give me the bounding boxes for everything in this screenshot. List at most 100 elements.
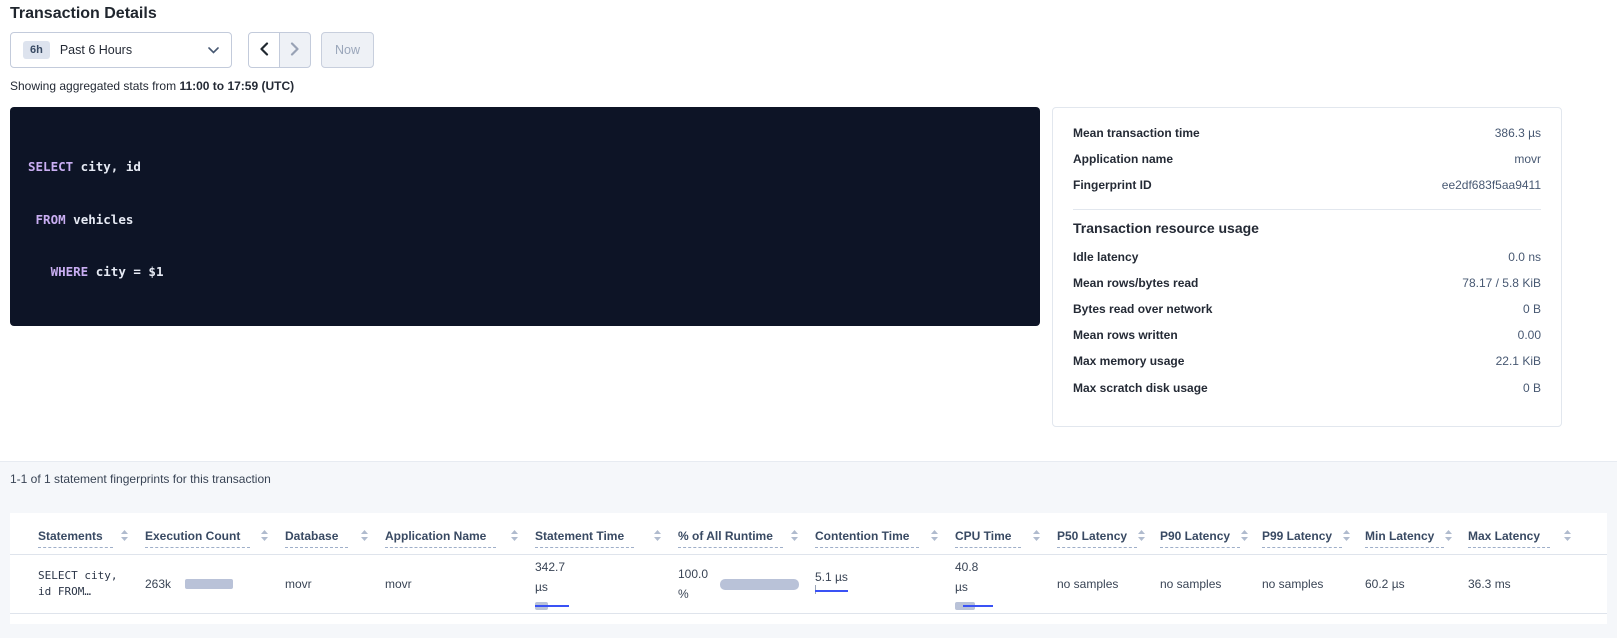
statement-link-line1[interactable]: SELECT city, [38,568,117,584]
sort-icon[interactable] [1342,530,1351,544]
summary-row-application-name: Application name movr [1073,146,1541,172]
cell-max-latency: 36.3 ms [1468,555,1588,613]
sql-keyword: SELECT [28,159,73,174]
usage-row-bytes-read-over-network: Bytes read over network 0 B [1073,296,1541,322]
table-header-statements[interactable]: Statements [38,529,145,554]
contention-time-bar [815,588,851,598]
summary-value: 386.3 µs [1495,126,1541,140]
usage-row-max-scratch-disk-usage: Max scratch disk usage 0 B [1073,375,1541,401]
cell-application-name: movr [385,555,535,613]
time-controls: 6h Past 6 Hours Now [10,32,374,68]
time-interval-select[interactable]: 6h Past 6 Hours [10,32,232,68]
table-header-p50-latency[interactable]: P50 Latency [1057,529,1160,554]
table-header-contention-time[interactable]: Contention Time [815,529,955,554]
summary-label: Mean transaction time [1073,126,1200,140]
execution-count-value: 263k [145,577,171,591]
now-button[interactable]: Now [321,32,374,68]
table-row: SELECT city, id FROM… 263k movr movr 342… [10,555,1607,614]
cell-min-latency: 60.2 µs [1365,555,1468,613]
database-value: movr [285,577,312,591]
sort-icon[interactable] [360,530,369,544]
sort-icon[interactable] [260,530,269,544]
previous-interval-button[interactable] [248,32,280,68]
statements-table-header: Statements Execution Count Database Appl… [10,513,1607,555]
sort-icon[interactable] [1137,530,1146,544]
sort-icon[interactable] [653,530,662,544]
statement-link-line2[interactable]: id FROM… [38,584,91,600]
table-header-percent-of-all-runtime[interactable]: % of All Runtime [678,529,815,554]
runtime-percent-value: 100.0 [678,564,708,584]
page-title: Transaction Details [10,5,157,23]
usage-label: Idle latency [1073,250,1138,264]
sql-statement-box: SELECT city, id FROM vehicles WHERE city… [10,107,1040,326]
sort-icon[interactable] [1563,530,1572,544]
usage-value: 0 B [1523,302,1541,316]
table-header-execution-count[interactable]: Execution Count [145,529,285,554]
cell-cpu-time: 40.8 µs [955,555,1057,613]
table-header-database[interactable]: Database [285,529,385,554]
cell-p99-latency: no samples [1262,555,1365,613]
runtime-percent-unit: % [678,584,689,604]
transaction-details-page: Transaction Details 6h Past 6 Hours Now … [0,0,1617,638]
summary-label: Fingerprint ID [1073,178,1152,192]
table-header-cpu-time[interactable]: CPU Time [955,529,1057,554]
summary-value: ee2df683f5aa9411 [1442,178,1541,192]
min-latency-value: 60.2 µs [1365,577,1405,591]
time-interval-label: Past 6 Hours [60,43,198,57]
sort-icon[interactable] [1444,530,1453,544]
cell-contention-time: 5.1 µs [815,555,955,613]
cell-database: movr [285,555,385,613]
sql-text: city = $1 [88,264,163,279]
time-interval-badge: 6h [23,41,50,59]
sort-icon[interactable] [1032,530,1041,544]
table-header-p90-latency[interactable]: P90 Latency [1160,529,1262,554]
cpu-time-value: 40.8 [955,557,978,577]
cell-p90-latency: no samples [1160,555,1262,613]
cell-statement-fingerprint[interactable]: SELECT city, id FROM… [38,555,145,613]
sql-text: city, id [73,159,141,174]
summary-value: movr [1514,152,1541,166]
application-name-value: movr [385,577,412,591]
usage-row-mean-rows-written: Mean rows written 0.00 [1073,322,1541,348]
sort-icon[interactable] [120,530,129,544]
transaction-summary-card: Mean transaction time 386.3 µs Applicati… [1052,107,1562,427]
sql-keyword: WHERE [51,264,89,279]
table-header-p99-latency[interactable]: P99 Latency [1262,529,1365,554]
usage-row-idle-latency: Idle latency 0.0 ns [1073,244,1541,270]
sql-text: vehicles [66,212,134,227]
sql-line: WHERE city = $1 [28,263,1040,281]
statement-time-unit: µs [535,577,548,597]
usage-label: Max memory usage [1073,354,1184,368]
aggregated-stats-prefix: Showing aggregated stats from [10,79,179,93]
p99-latency-value: no samples [1262,577,1323,591]
statement-fingerprints-count: 1-1 of 1 statement fingerprints for this… [10,472,271,486]
contention-time-value: 5.1 µs [815,570,848,584]
table-header-statement-time[interactable]: Statement Time [535,529,678,554]
sort-icon[interactable] [1240,530,1249,544]
table-header-min-latency[interactable]: Min Latency [1365,529,1468,554]
table-header-max-latency[interactable]: Max Latency [1468,529,1588,554]
resource-usage-section-title: Transaction resource usage [1073,220,1541,236]
sql-text [28,212,36,227]
sql-line: FROM vehicles [28,211,1040,229]
cell-percent-of-all-runtime: 100.0 % [678,555,815,613]
usage-row-max-memory-usage: Max memory usage 22.1 KiB [1073,348,1541,374]
chevron-right-icon [290,42,300,59]
sort-icon[interactable] [790,530,799,544]
sql-keyword: FROM [36,212,66,227]
sort-icon[interactable] [510,530,519,544]
usage-value: 22.1 KiB [1496,354,1541,368]
execution-count-bar [185,579,233,589]
usage-value: 0 B [1523,381,1541,395]
next-interval-button[interactable] [279,32,311,68]
usage-value: 0.0 ns [1508,250,1541,264]
table-header-application-name[interactable]: Application Name [385,529,535,554]
usage-label: Bytes read over network [1073,302,1212,316]
sql-line: SELECT city, id [28,158,1040,176]
summary-row-fingerprint-id: Fingerprint ID ee2df683f5aa9411 [1073,172,1541,198]
cell-execution-count: 263k [145,555,285,613]
statement-time-bar [535,601,571,611]
sort-icon[interactable] [930,530,939,544]
cell-statement-time: 342.7 µs [535,555,678,613]
summary-label: Application name [1073,152,1173,166]
